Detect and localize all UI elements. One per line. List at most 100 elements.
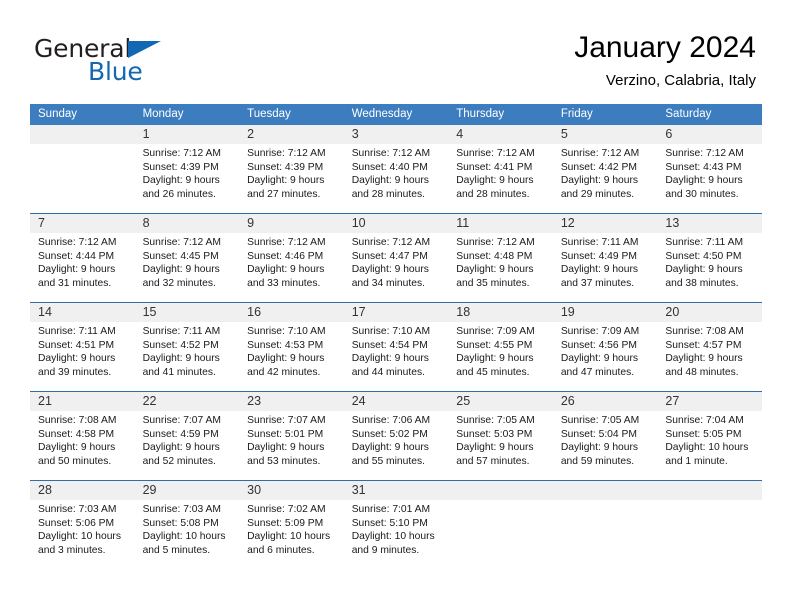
day-detail-line: Sunset: 4:56 PM <box>560 339 637 351</box>
day-detail-line: Daylight: 9 hours <box>142 264 220 276</box>
day-detail-line: Sunset: 4:58 PM <box>38 428 115 440</box>
calendar-day-cell[interactable]: 18 Sunrise: 7:09 AM Sunset: 4:55 PM Dayligh… <box>448 303 553 391</box>
day-number: 11 <box>448 214 553 233</box>
calendar-day-cell-empty <box>448 481 553 569</box>
day-detail-line: and 57 minutes. <box>456 455 530 467</box>
day-detail-line: and 28 minutes. <box>456 188 530 200</box>
calendar-weeks: 1 Sunrise: 7:12 AM Sunset: 4:39 PM Daylight… <box>30 125 762 569</box>
day-detail-line: Sunset: 4:39 PM <box>142 161 219 173</box>
day-detail-line: and 47 minutes. <box>560 366 635 378</box>
calendar-day-cell[interactable]: 12 Sunrise: 7:11 AM Sunset: 4:49 PM Dayligh… <box>552 214 658 302</box>
calendar-day-cell[interactable]: 29 Sunrise: 7:03 AM Sunset: 5:08 PM Dayligh… <box>134 481 240 569</box>
calendar-day-cell[interactable]: 6 Sunrise: 7:12 AM Sunset: 4:43 PM Daylight… <box>657 125 762 213</box>
day-number: 22 <box>134 392 240 411</box>
calendar-day-cell[interactable]: 3 Sunrise: 7:12 AM Sunset: 4:40 PM Daylight… <box>343 125 449 213</box>
day-detail-line: and 48 minutes. <box>665 366 739 378</box>
day-detail-line: Sunset: 4:44 PM <box>38 250 115 262</box>
calendar-day-cell[interactable]: 25 Sunrise: 7:05 AM Sunset: 5:03 PM Dayligh… <box>448 392 553 480</box>
calendar-day-cell[interactable]: 14 Sunrise: 7:11 AM Sunset: 4:51 PM Dayligh… <box>30 303 135 391</box>
day-detail-line: Sunrise: 7:07 AM <box>142 415 221 426</box>
day-detail-line: and 32 minutes. <box>142 277 216 289</box>
day-number: 19 <box>552 303 658 322</box>
day-detail-line: Daylight: 9 hours <box>247 442 325 454</box>
day-number: 7 <box>30 214 135 233</box>
day-detail-line: Sunset: 4:45 PM <box>142 250 219 262</box>
calendar-day-cell[interactable]: 16 Sunrise: 7:10 AM Sunset: 4:53 PM Dayligh… <box>239 303 344 391</box>
day-detail-line: Daylight: 9 hours <box>351 353 429 365</box>
day-detail-line: Sunrise: 7:07 AM <box>247 415 326 426</box>
calendar-day-cell[interactable]: 1 Sunrise: 7:12 AM Sunset: 4:39 PM Daylight… <box>134 125 240 213</box>
day-number: 23 <box>239 392 344 411</box>
day-detail-line: Daylight: 9 hours <box>665 264 743 276</box>
day-number: 4 <box>448 125 553 144</box>
calendar-day-cell[interactable]: 11 Sunrise: 7:12 AM Sunset: 4:48 PM Dayligh… <box>448 214 553 302</box>
day-detail-lines: Sunrise: 7:08 AM Sunset: 4:58 PM Daylight:… <box>38 414 127 468</box>
day-detail-line: and 9 minutes. <box>351 544 420 556</box>
day-number: 24 <box>343 392 449 411</box>
calendar-day-cell[interactable]: 27 Sunrise: 7:04 AM Sunset: 5:05 PM Dayligh… <box>657 392 762 480</box>
day-number: 13 <box>657 214 762 233</box>
general-blue-logo[interactable]: General Blue <box>34 36 264 88</box>
day-detail-line: Daylight: 9 hours <box>351 442 429 454</box>
calendar-day-cell[interactable]: 26 Sunrise: 7:05 AM Sunset: 5:04 PM Dayligh… <box>552 392 658 480</box>
calendar-day-cell[interactable]: 9 Sunrise: 7:12 AM Sunset: 4:46 PM Daylight… <box>239 214 344 302</box>
calendar-week-row: 1 Sunrise: 7:12 AM Sunset: 4:39 PM Daylight… <box>30 125 762 213</box>
calendar-day-cell[interactable]: 19 Sunrise: 7:09 AM Sunset: 4:56 PM Dayligh… <box>552 303 658 391</box>
day-detail-lines: Sunrise: 7:01 AM Sunset: 5:10 PM Daylight:… <box>352 503 441 557</box>
calendar-day-cell[interactable]: 20 Sunrise: 7:08 AM Sunset: 4:57 PM Dayligh… <box>657 303 762 391</box>
calendar-day-cell[interactable]: 15 Sunrise: 7:11 AM Sunset: 4:52 PM Dayligh… <box>134 303 240 391</box>
day-detail-line: Daylight: 9 hours <box>456 175 534 187</box>
calendar-day-cell[interactable]: 2 Sunrise: 7:12 AM Sunset: 4:39 PM Daylight… <box>239 125 344 213</box>
calendar-day-cell[interactable]: 5 Sunrise: 7:12 AM Sunset: 4:42 PM Daylight… <box>552 125 658 213</box>
calendar-day-cell[interactable]: 10 Sunrise: 7:12 AM Sunset: 4:47 PM Dayligh… <box>343 214 449 302</box>
calendar-day-cell[interactable]: 28 Sunrise: 7:03 AM Sunset: 5:06 PM Dayligh… <box>30 481 135 569</box>
day-detail-line: Sunrise: 7:11 AM <box>38 326 116 337</box>
weekday-header-wednesday: Wednesday <box>351 108 413 120</box>
calendar-day-cell[interactable]: 31 Sunrise: 7:01 AM Sunset: 5:10 PM Dayligh… <box>343 481 449 569</box>
calendar-day-cell[interactable]: 13 Sunrise: 7:11 AM Sunset: 4:50 PM Dayligh… <box>657 214 762 302</box>
location-subtitle: Verzino, Calabria, Italy <box>605 72 756 89</box>
day-detail-line: Daylight: 9 hours <box>665 175 743 187</box>
day-detail-line: Daylight: 9 hours <box>351 175 429 187</box>
day-number: 20 <box>657 303 762 322</box>
day-detail-line: and 5 minutes. <box>142 544 211 556</box>
day-detail-line: Sunset: 4:42 PM <box>560 161 637 173</box>
day-number <box>448 481 553 500</box>
calendar-day-cell-empty <box>657 481 762 569</box>
day-detail-lines: Sunrise: 7:04 AM Sunset: 5:05 PM Daylight:… <box>665 414 754 468</box>
calendar-day-cell[interactable]: 4 Sunrise: 7:12 AM Sunset: 4:41 PM Daylight… <box>448 125 553 213</box>
day-number: 27 <box>657 392 762 411</box>
day-detail-line: Daylight: 9 hours <box>351 264 429 276</box>
day-detail-line: Sunrise: 7:12 AM <box>247 148 326 159</box>
calendar-page: General Blue January 2024 Verzino, Calab… <box>0 0 792 612</box>
calendar-day-cell[interactable]: 7 Sunrise: 7:12 AM Sunset: 4:44 PM Daylight… <box>30 214 135 302</box>
day-number: 21 <box>30 392 135 411</box>
calendar-day-cell[interactable]: 23 Sunrise: 7:07 AM Sunset: 5:01 PM Dayligh… <box>239 392 344 480</box>
calendar-day-cell-empty <box>30 125 135 213</box>
day-detail-line: Sunset: 4:40 PM <box>351 161 428 173</box>
day-detail-line: Daylight: 9 hours <box>665 353 743 365</box>
day-number: 17 <box>343 303 449 322</box>
day-detail-lines: Sunrise: 7:07 AM Sunset: 4:59 PM Daylight:… <box>143 414 232 468</box>
calendar-day-cell[interactable]: 30 Sunrise: 7:02 AM Sunset: 5:09 PM Dayligh… <box>239 481 344 569</box>
calendar-day-cell[interactable]: 22 Sunrise: 7:07 AM Sunset: 4:59 PM Dayligh… <box>134 392 240 480</box>
calendar-week-row: 7 Sunrise: 7:12 AM Sunset: 4:44 PM Daylight… <box>30 213 762 302</box>
day-detail-line: Sunrise: 7:12 AM <box>560 148 640 159</box>
calendar-day-cell[interactable]: 21 Sunrise: 7:08 AM Sunset: 4:58 PM Dayligh… <box>30 392 135 480</box>
calendar-week-inner: 21 Sunrise: 7:08 AM Sunset: 4:58 PM Dayligh… <box>30 392 762 480</box>
day-detail-lines: Sunrise: 7:12 AM Sunset: 4:47 PM Daylight:… <box>352 236 441 290</box>
calendar-day-cell[interactable]: 17 Sunrise: 7:10 AM Sunset: 4:54 PM Dayligh… <box>343 303 449 391</box>
day-detail-line: and 35 minutes. <box>456 277 530 289</box>
day-detail-line: Sunset: 4:54 PM <box>351 339 428 351</box>
calendar-day-cell[interactable]: 24 Sunrise: 7:06 AM Sunset: 5:02 PM Dayligh… <box>343 392 449 480</box>
day-detail-line: Sunrise: 7:09 AM <box>560 326 640 337</box>
day-detail-line: Sunrise: 7:05 AM <box>456 415 535 426</box>
title-block: January 2024 Verzino, Calabria, Italy <box>574 30 756 90</box>
calendar-day-cell[interactable]: 8 Sunrise: 7:12 AM Sunset: 4:45 PM Daylight… <box>134 214 240 302</box>
day-number: 30 <box>239 481 344 500</box>
day-number <box>657 481 762 500</box>
day-detail-line: and 3 minutes. <box>38 544 106 556</box>
weekday-header-thursday: Thursday <box>456 108 505 120</box>
day-detail-line: and 30 minutes. <box>665 188 739 200</box>
day-detail-line: and 44 minutes. <box>351 366 425 378</box>
